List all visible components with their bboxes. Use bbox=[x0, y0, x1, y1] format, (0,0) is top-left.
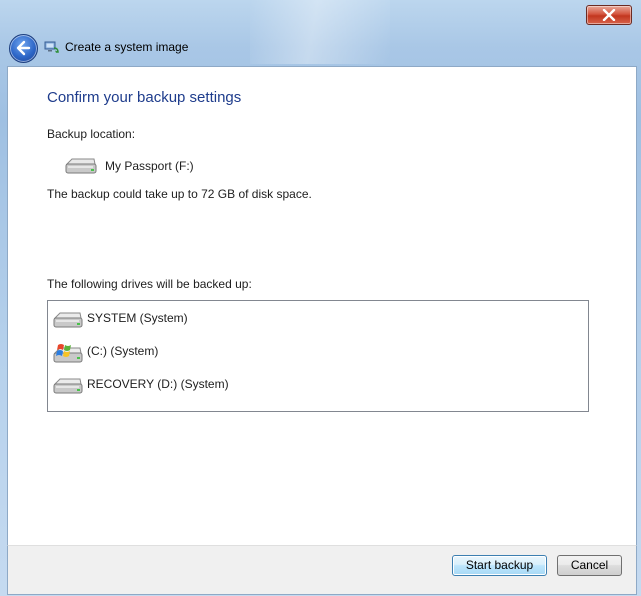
backup-location-name: My Passport (F:) bbox=[105, 159, 194, 173]
drive-name: (C:) (System) bbox=[87, 344, 159, 358]
hard-drive-icon bbox=[53, 378, 83, 394]
back-button[interactable] bbox=[9, 34, 38, 63]
button-bar: Start backup Cancel bbox=[7, 545, 637, 595]
hard-drive-icon bbox=[53, 312, 83, 328]
start-backup-button[interactable]: Start backup bbox=[452, 555, 547, 576]
window-title: Create a system image bbox=[65, 40, 189, 54]
external-drive-icon bbox=[65, 158, 97, 174]
cancel-button[interactable]: Cancel bbox=[557, 555, 622, 576]
page-heading: Confirm your backup settings bbox=[47, 89, 242, 106]
backup-icon bbox=[44, 41, 59, 53]
dialog-window: Create a system image Confirm your backu… bbox=[0, 0, 641, 596]
drive-name: SYSTEM (System) bbox=[87, 311, 188, 325]
close-button[interactable] bbox=[586, 5, 632, 25]
title-bar-glass bbox=[250, 0, 390, 64]
drives-label: The following drives will be backed up: bbox=[47, 277, 252, 291]
close-icon bbox=[602, 9, 616, 21]
back-arrow-icon bbox=[16, 40, 31, 56]
drive-name: RECOVERY (D:) (System) bbox=[87, 377, 229, 391]
windows-drive-icon bbox=[53, 344, 83, 363]
backup-location-label: Backup location: bbox=[47, 127, 136, 141]
drives-list: SYSTEM (System) (C:) (System) RECOVERY (… bbox=[47, 300, 589, 412]
space-notice: The backup could take up to 72 GB of dis… bbox=[47, 187, 312, 201]
content-panel: Confirm your backup settings Backup loca… bbox=[7, 66, 637, 546]
